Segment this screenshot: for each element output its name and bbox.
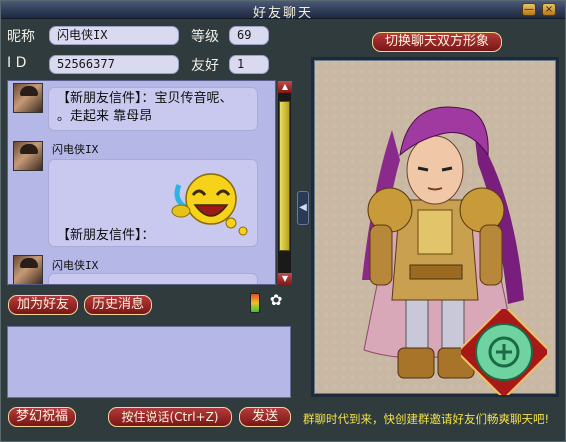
- scroll-thumb[interactable]: [279, 101, 290, 251]
- add-friend-button[interactable]: 加为好友: [8, 295, 78, 315]
- history-button[interactable]: 历史消息: [84, 295, 152, 315]
- jade-emblem-icon[interactable]: [461, 309, 547, 395]
- message-text: 。走起来 靠母昂: [57, 109, 153, 124]
- announcement-marquee: 群聊时代到来，快创建群邀请好友们畅爽聊天吧!: [303, 412, 550, 426]
- scroll-down-button[interactable]: ▼: [278, 273, 292, 285]
- chat-scrollbar[interactable]: ▲ ▼: [277, 81, 292, 285]
- message-text: 【新朋友信件】：宝贝传音呢、: [57, 91, 233, 106]
- avatar: [13, 141, 43, 171]
- id-field: 52566377: [49, 55, 179, 74]
- sender-name: 闪电侠IX: [52, 259, 99, 272]
- title-bar[interactable]: 好友聊天 — ×: [1, 1, 565, 21]
- send-button[interactable]: 发送: [239, 407, 291, 427]
- laughing-emoji-icon: [171, 173, 248, 236]
- voice-button[interactable]: 按住说话(Ctrl+Z): [108, 407, 232, 427]
- friend-chat-window: 好友聊天 — × 昵称 闪电侠IX 等级 69 I D 52566377 友好 …: [0, 0, 566, 442]
- message-text: 【新朋友信件】：: [57, 228, 155, 243]
- nickname-field: 闪电侠IX: [49, 26, 179, 45]
- switch-view-button[interactable]: 切换聊天双方形象: [372, 32, 502, 52]
- blessing-button[interactable]: 梦幻祝福: [8, 407, 76, 427]
- scroll-up-button[interactable]: ▲: [278, 81, 292, 93]
- signal-icon[interactable]: [250, 293, 260, 313]
- nickname-label: 昵称: [7, 29, 35, 45]
- message-bubble: [48, 273, 258, 284]
- paw-icon[interactable]: ✿: [267, 291, 285, 309]
- sender-name: 闪电侠IX: [52, 143, 99, 156]
- level-field: 69: [229, 26, 269, 45]
- window-title: 好友聊天: [252, 6, 313, 21]
- avatar: [13, 255, 43, 284]
- friendship-field: 1: [229, 55, 269, 74]
- avatar: [13, 83, 43, 113]
- collapse-arrow-icon[interactable]: ◀: [297, 191, 309, 225]
- minimize-button[interactable]: —: [522, 3, 536, 16]
- chat-log[interactable]: 【新朋友信件】：宝贝传音呢、 。走起来 靠母昂 闪电侠IX 【新朋友信件】： 闪…: [7, 80, 276, 285]
- friendship-label: 友好: [191, 58, 219, 74]
- close-button[interactable]: ×: [542, 3, 556, 16]
- message-input[interactable]: [7, 326, 291, 398]
- id-label: I D: [7, 55, 27, 71]
- level-label: 等级: [191, 29, 219, 45]
